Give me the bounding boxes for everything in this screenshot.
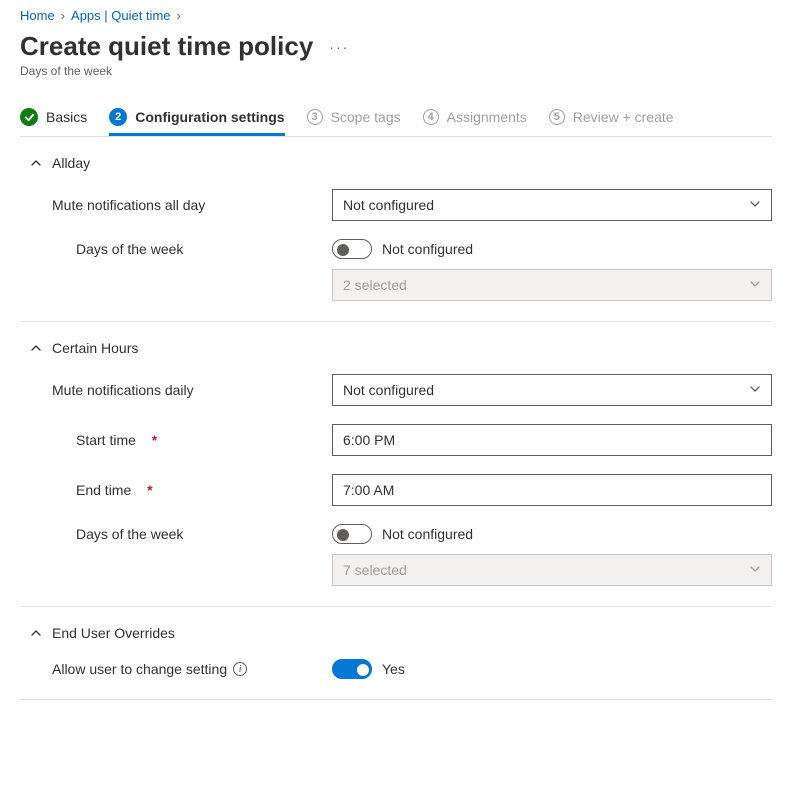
tab-scope-tags[interactable]: 3 Scope tags: [307, 102, 401, 136]
page-title: Create quiet time policy: [20, 31, 313, 62]
allday-days-label: Days of the week: [20, 241, 332, 257]
chevron-right-icon: ›: [61, 8, 65, 23]
info-icon[interactable]: i: [233, 662, 247, 676]
chevron-up-icon: [30, 627, 42, 639]
allday-days-toggle[interactable]: [332, 239, 372, 259]
check-icon: [20, 108, 38, 126]
section-certain-hours: Certain Hours Mute notifications daily N…: [20, 322, 772, 607]
allow-change-toggle-label: Yes: [382, 661, 405, 677]
tab-label: Review + create: [573, 109, 674, 125]
tab-label: Basics: [46, 109, 87, 125]
select-value: Not configured: [343, 382, 434, 398]
section-overrides-toggle[interactable]: End User Overrides: [20, 625, 772, 641]
allow-change-toggle[interactable]: [332, 659, 372, 679]
mute-daily-select[interactable]: Not configured: [332, 374, 772, 406]
section-title: Allday: [52, 155, 90, 171]
step-number-icon: 5: [549, 109, 565, 125]
section-title: End User Overrides: [52, 625, 175, 641]
certain-days-multiselect: 7 selected: [332, 554, 772, 586]
allow-change-label: Allow user to change setting i: [20, 661, 332, 677]
chevron-down-icon: [749, 382, 761, 398]
wizard-tabs: Basics 2 Configuration settings 3 Scope …: [20, 102, 772, 136]
certain-days-label: Days of the week: [20, 526, 332, 542]
chevron-up-icon: [30, 157, 42, 169]
certain-days-toggle[interactable]: [332, 524, 372, 544]
page-subtitle: Days of the week: [20, 64, 772, 78]
tab-review-create[interactable]: 5 Review + create: [549, 102, 674, 136]
section-certain-hours-toggle[interactable]: Certain Hours: [20, 340, 772, 356]
select-value: 2 selected: [343, 277, 407, 293]
chevron-down-icon: [749, 562, 761, 578]
allday-days-multiselect: 2 selected: [332, 269, 772, 301]
select-value: Not configured: [343, 197, 434, 213]
tab-label: Assignments: [447, 109, 527, 125]
breadcrumb-home[interactable]: Home: [20, 8, 55, 23]
end-time-label: End time *: [20, 482, 332, 498]
certain-days-toggle-label: Not configured: [382, 526, 473, 542]
step-number-icon: 3: [307, 109, 323, 125]
tab-label: Scope tags: [331, 109, 401, 125]
required-indicator: *: [147, 482, 152, 498]
chevron-down-icon: [749, 197, 761, 213]
breadcrumb-apps-quiet-time[interactable]: Apps | Quiet time: [71, 8, 170, 23]
tab-basics[interactable]: Basics: [20, 102, 87, 136]
start-time-input[interactable]: [332, 424, 772, 456]
start-time-label: Start time *: [20, 432, 332, 448]
breadcrumb: Home › Apps | Quiet time ›: [20, 8, 772, 23]
required-indicator: *: [152, 432, 157, 448]
section-end-user-overrides: End User Overrides Allow user to change …: [20, 607, 772, 700]
end-time-input[interactable]: [332, 474, 772, 506]
step-number-icon: 2: [109, 108, 127, 126]
tab-assignments[interactable]: 4 Assignments: [423, 102, 527, 136]
chevron-down-icon: [749, 277, 761, 293]
section-allday-toggle[interactable]: Allday: [20, 155, 772, 171]
chevron-up-icon: [30, 342, 42, 354]
chevron-right-icon: ›: [177, 8, 181, 23]
section-allday: Allday Mute notifications all day Not co…: [20, 137, 772, 322]
mute-daily-label: Mute notifications daily: [20, 382, 332, 398]
mute-all-day-label: Mute notifications all day: [20, 197, 332, 213]
step-number-icon: 4: [423, 109, 439, 125]
section-title: Certain Hours: [52, 340, 138, 356]
mute-all-day-select[interactable]: Not configured: [332, 189, 772, 221]
tab-label: Configuration settings: [135, 109, 284, 125]
allday-days-toggle-label: Not configured: [382, 241, 473, 257]
more-actions-button[interactable]: ···: [325, 35, 353, 59]
tab-configuration-settings[interactable]: 2 Configuration settings: [109, 102, 284, 136]
select-value: 7 selected: [343, 562, 407, 578]
